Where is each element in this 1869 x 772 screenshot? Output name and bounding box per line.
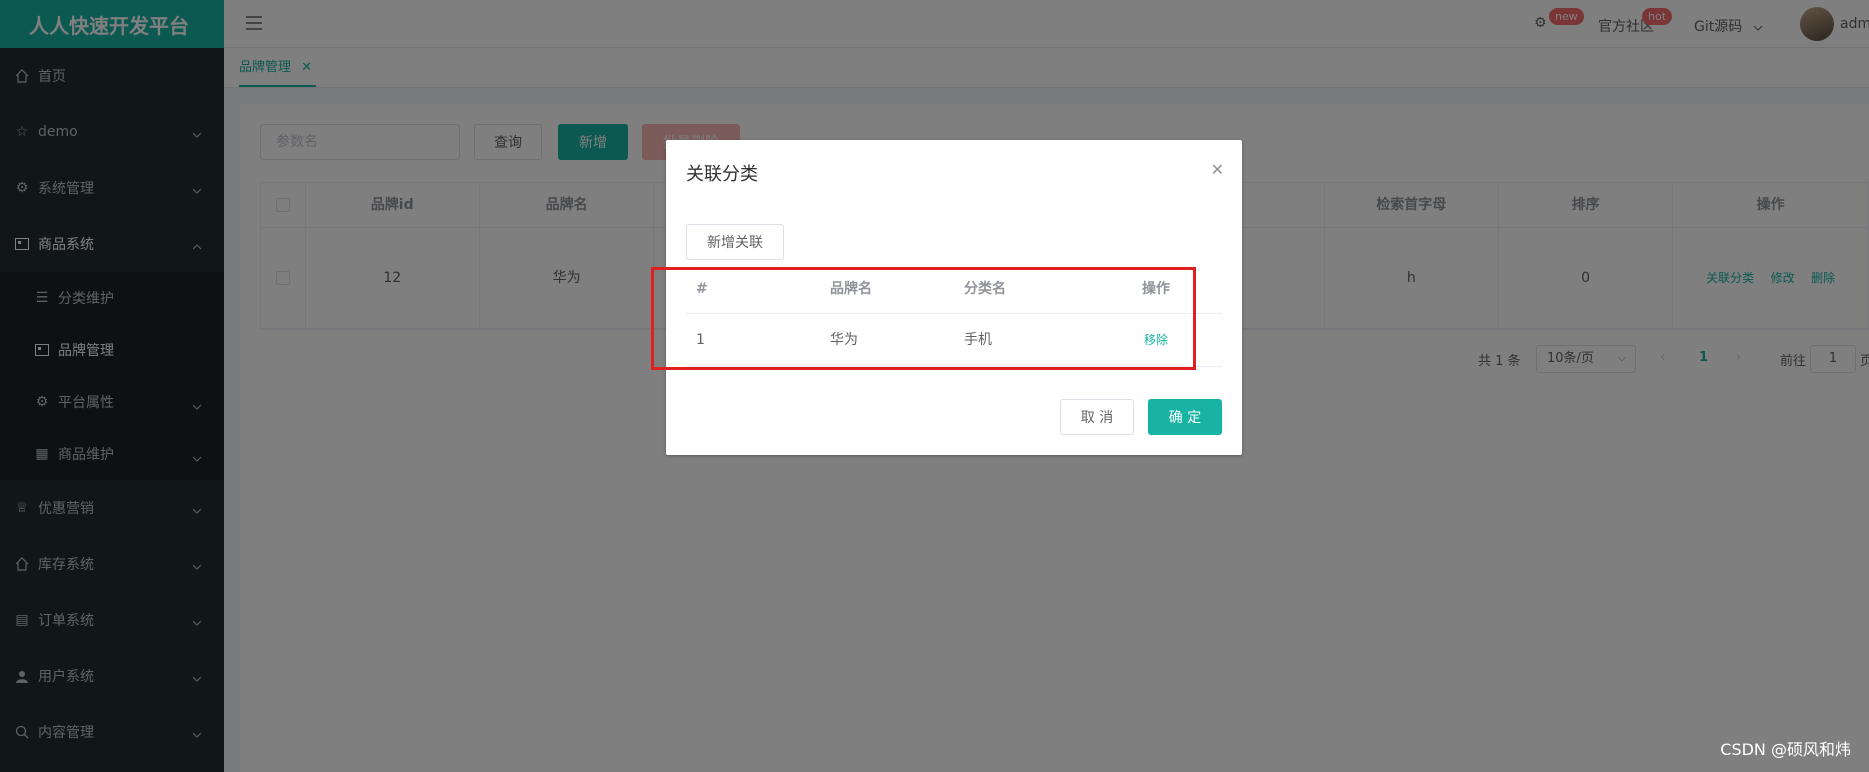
watermark: CSDN @硕风和炜 [1720,740,1851,759]
dialog-title: 关联分类 [686,164,758,185]
confirm-button[interactable]: 确 定 [1148,399,1222,435]
highlight-annotation-box [651,267,1196,370]
cancel-button[interactable]: 取 消 [1060,399,1134,435]
add-relation-button[interactable]: 新增关联 [686,224,784,260]
close-icon[interactable]: ✕ [1211,160,1224,179]
